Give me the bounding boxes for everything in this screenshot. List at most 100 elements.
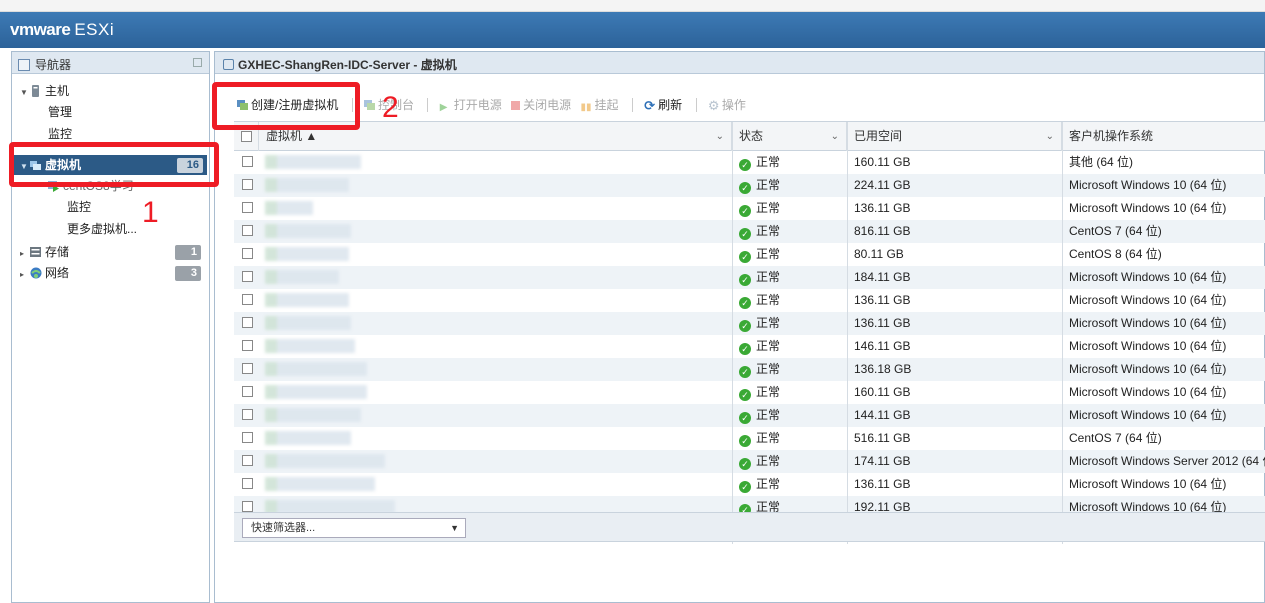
guest-os-cell: Microsoft Windows 10 (64 位)	[1062, 312, 1265, 335]
table-row[interactable]: ✓ 正常 144.11 GB Microsoft Windows 10 (64 位)	[234, 404, 1265, 427]
table-row[interactable]: ✓ 正常 224.11 GB Microsoft Windows 10 (64 位)	[234, 174, 1265, 197]
used-space-text: 144.11 GB	[854, 408, 911, 422]
nav-label: 网络	[45, 266, 70, 280]
row-checkbox[interactable]	[242, 432, 253, 443]
guest-os-cell: 其他 (64 位)	[1062, 151, 1265, 174]
expand-arrow-icon[interactable]: ▼	[20, 83, 30, 103]
status-cell: ✓ 正常	[732, 358, 847, 381]
used-space-text: 224.11 GB	[854, 178, 911, 192]
table-row[interactable]: ✓ 正常 136.11 GB Microsoft Windows 10 (64 位)	[234, 289, 1265, 312]
table-row[interactable]: ✓ 正常 146.11 GB Microsoft Windows 10 (64 位)	[234, 335, 1265, 358]
guest-os-text: Microsoft Windows Server 2012 (64 位)	[1069, 454, 1265, 468]
status-text: 正常	[756, 270, 781, 284]
column-label: 虚拟机 ▲	[266, 129, 318, 143]
actions-button[interactable]: ⚙ 操作	[708, 96, 746, 113]
chevron-down-icon[interactable]: ⌄	[716, 122, 724, 151]
status-text: 正常	[756, 339, 781, 353]
collapsed-arrow-icon[interactable]: ▸	[20, 244, 30, 264]
row-checkbox[interactable]	[242, 501, 253, 512]
column-divider	[1062, 122, 1063, 544]
guest-os-cell: Microsoft Windows Server 2012 (64 位)	[1062, 450, 1265, 473]
row-checkbox[interactable]	[242, 225, 253, 236]
used-space-cell: 136.11 GB	[847, 289, 1062, 312]
column-divider	[847, 122, 848, 544]
status-text: 正常	[756, 362, 781, 376]
used-space-text: 146.11 GB	[854, 339, 911, 353]
row-checkbox[interactable]	[242, 386, 253, 397]
table-row[interactable]: ✓ 正常 136.11 GB Microsoft Windows 10 (64 位)	[234, 197, 1265, 220]
used-space-cell: 136.11 GB	[847, 312, 1062, 335]
table-row[interactable]: ✓ 正常 136.18 GB Microsoft Windows 10 (64 位)	[234, 358, 1265, 381]
table-row[interactable]: ✓ 正常 160.11 GB Microsoft Windows 10 (64 位)	[234, 381, 1265, 404]
nav-item-vm-monitor[interactable]: 监控	[67, 197, 91, 217]
logo-product-text: ESXi	[74, 20, 115, 39]
column-header-used-space[interactable]: 已用空间 ⌄	[847, 122, 1062, 151]
nav-item-network[interactable]: ▸ 网络 3	[20, 263, 205, 283]
status-ok-icon: ✓	[739, 366, 751, 378]
table-row[interactable]: ✓ 正常 184.11 GB Microsoft Windows 10 (64 位)	[234, 266, 1265, 289]
row-checkbox[interactable]	[242, 202, 253, 213]
power-on-label: 打开电源	[453, 98, 502, 112]
row-checkbox[interactable]	[242, 156, 253, 167]
column-header-guest-os[interactable]: 客户机操作系统	[1062, 122, 1265, 151]
row-checkbox[interactable]	[242, 340, 253, 351]
annotation-box-2	[212, 82, 360, 130]
row-checkbox[interactable]	[242, 317, 253, 328]
table-row[interactable]: ✓ 正常 136.11 GB Microsoft Windows 10 (64 位)	[234, 312, 1265, 335]
table-row[interactable]: ✓ 正常 136.11 GB Microsoft Windows 10 (64 位)	[234, 473, 1265, 496]
power-on-button[interactable]: ▶ 打开电源	[440, 96, 502, 113]
select-all-checkbox[interactable]	[241, 131, 252, 142]
status-ok-icon: ✓	[739, 389, 751, 401]
power-off-button[interactable]: 关闭电源	[511, 96, 571, 113]
column-divider	[732, 122, 733, 544]
column-header-status[interactable]: 状态 ⌄	[732, 122, 847, 151]
row-checkbox[interactable]	[242, 478, 253, 489]
refresh-button[interactable]: ⟳ 刷新	[644, 96, 682, 113]
nav-item-manage[interactable]: 管理	[48, 102, 72, 122]
guest-os-cell: Microsoft Windows 10 (64 位)	[1062, 197, 1265, 220]
row-checkbox[interactable]	[242, 179, 253, 190]
used-space-cell: 144.11 GB	[847, 404, 1062, 427]
table-row[interactable]: ✓ 正常 160.11 GB 其他 (64 位)	[234, 151, 1265, 174]
collapse-icon[interactable]	[193, 58, 202, 67]
table-row[interactable]: ✓ 正常 174.11 GB Microsoft Windows Server 201…	[234, 450, 1265, 473]
row-checkbox[interactable]	[242, 455, 253, 466]
row-checkbox[interactable]	[242, 271, 253, 282]
used-space-text: 136.11 GB	[854, 477, 911, 491]
quick-filter-select[interactable]: 快速筛选器... ▼	[242, 518, 466, 538]
status-cell: ✓ 正常	[732, 404, 847, 427]
status-cell: ✓ 正常	[732, 266, 847, 289]
gear-icon: ⚙	[707, 98, 720, 113]
table-row[interactable]: ✓ 正常 816.11 GB CentOS 7 (64 位)	[234, 220, 1265, 243]
navigator-icon	[18, 59, 30, 71]
navigator-header: 导航器	[12, 52, 209, 74]
nav-item-more-vms[interactable]: 更多虚拟机...	[67, 219, 137, 239]
chevron-down-icon[interactable]: ⌄	[831, 122, 839, 151]
table-row[interactable]: ✓ 正常 516.11 GB CentOS 7 (64 位)	[234, 427, 1265, 450]
suspend-label: 挂起	[594, 98, 619, 112]
vm-name-redacted	[265, 339, 355, 353]
nav-item-storage[interactable]: ▸ 存储 1	[20, 242, 205, 262]
row-checkbox[interactable]	[242, 294, 253, 305]
vm-name-redacted	[265, 270, 339, 284]
network-count-badge: 3	[175, 266, 201, 281]
console-icon	[364, 99, 376, 110]
status-ok-icon: ✓	[739, 481, 751, 493]
chevron-down-icon[interactable]: ⌄	[1046, 122, 1054, 151]
dropdown-arrow-icon[interactable]: ▼	[450, 519, 459, 537]
page-title: GXHEC-ShangRen-IDC-Server - 虚拟机	[238, 58, 457, 72]
row-checkbox[interactable]	[242, 248, 253, 259]
row-checkbox[interactable]	[242, 363, 253, 374]
collapsed-arrow-icon[interactable]: ▸	[20, 265, 30, 285]
guest-os-cell: Microsoft Windows 10 (64 位)	[1062, 289, 1265, 312]
suspend-button[interactable]: ▮▮ 挂起	[580, 96, 618, 113]
nav-item-monitor[interactable]: 监控	[48, 124, 72, 144]
used-space-text: 516.11 GB	[854, 431, 911, 445]
used-space-text: 136.11 GB	[854, 293, 911, 307]
guest-os-cell: Microsoft Windows 10 (64 位)	[1062, 381, 1265, 404]
table-row[interactable]: ✓ 正常 80.11 GB CentOS 8 (64 位)	[234, 243, 1265, 266]
guest-os-text: Microsoft Windows 10 (64 位)	[1069, 270, 1227, 284]
guest-os-cell: Microsoft Windows 10 (64 位)	[1062, 358, 1265, 381]
nav-item-host[interactable]: ▼ 主机	[20, 81, 69, 101]
row-checkbox[interactable]	[242, 409, 253, 420]
